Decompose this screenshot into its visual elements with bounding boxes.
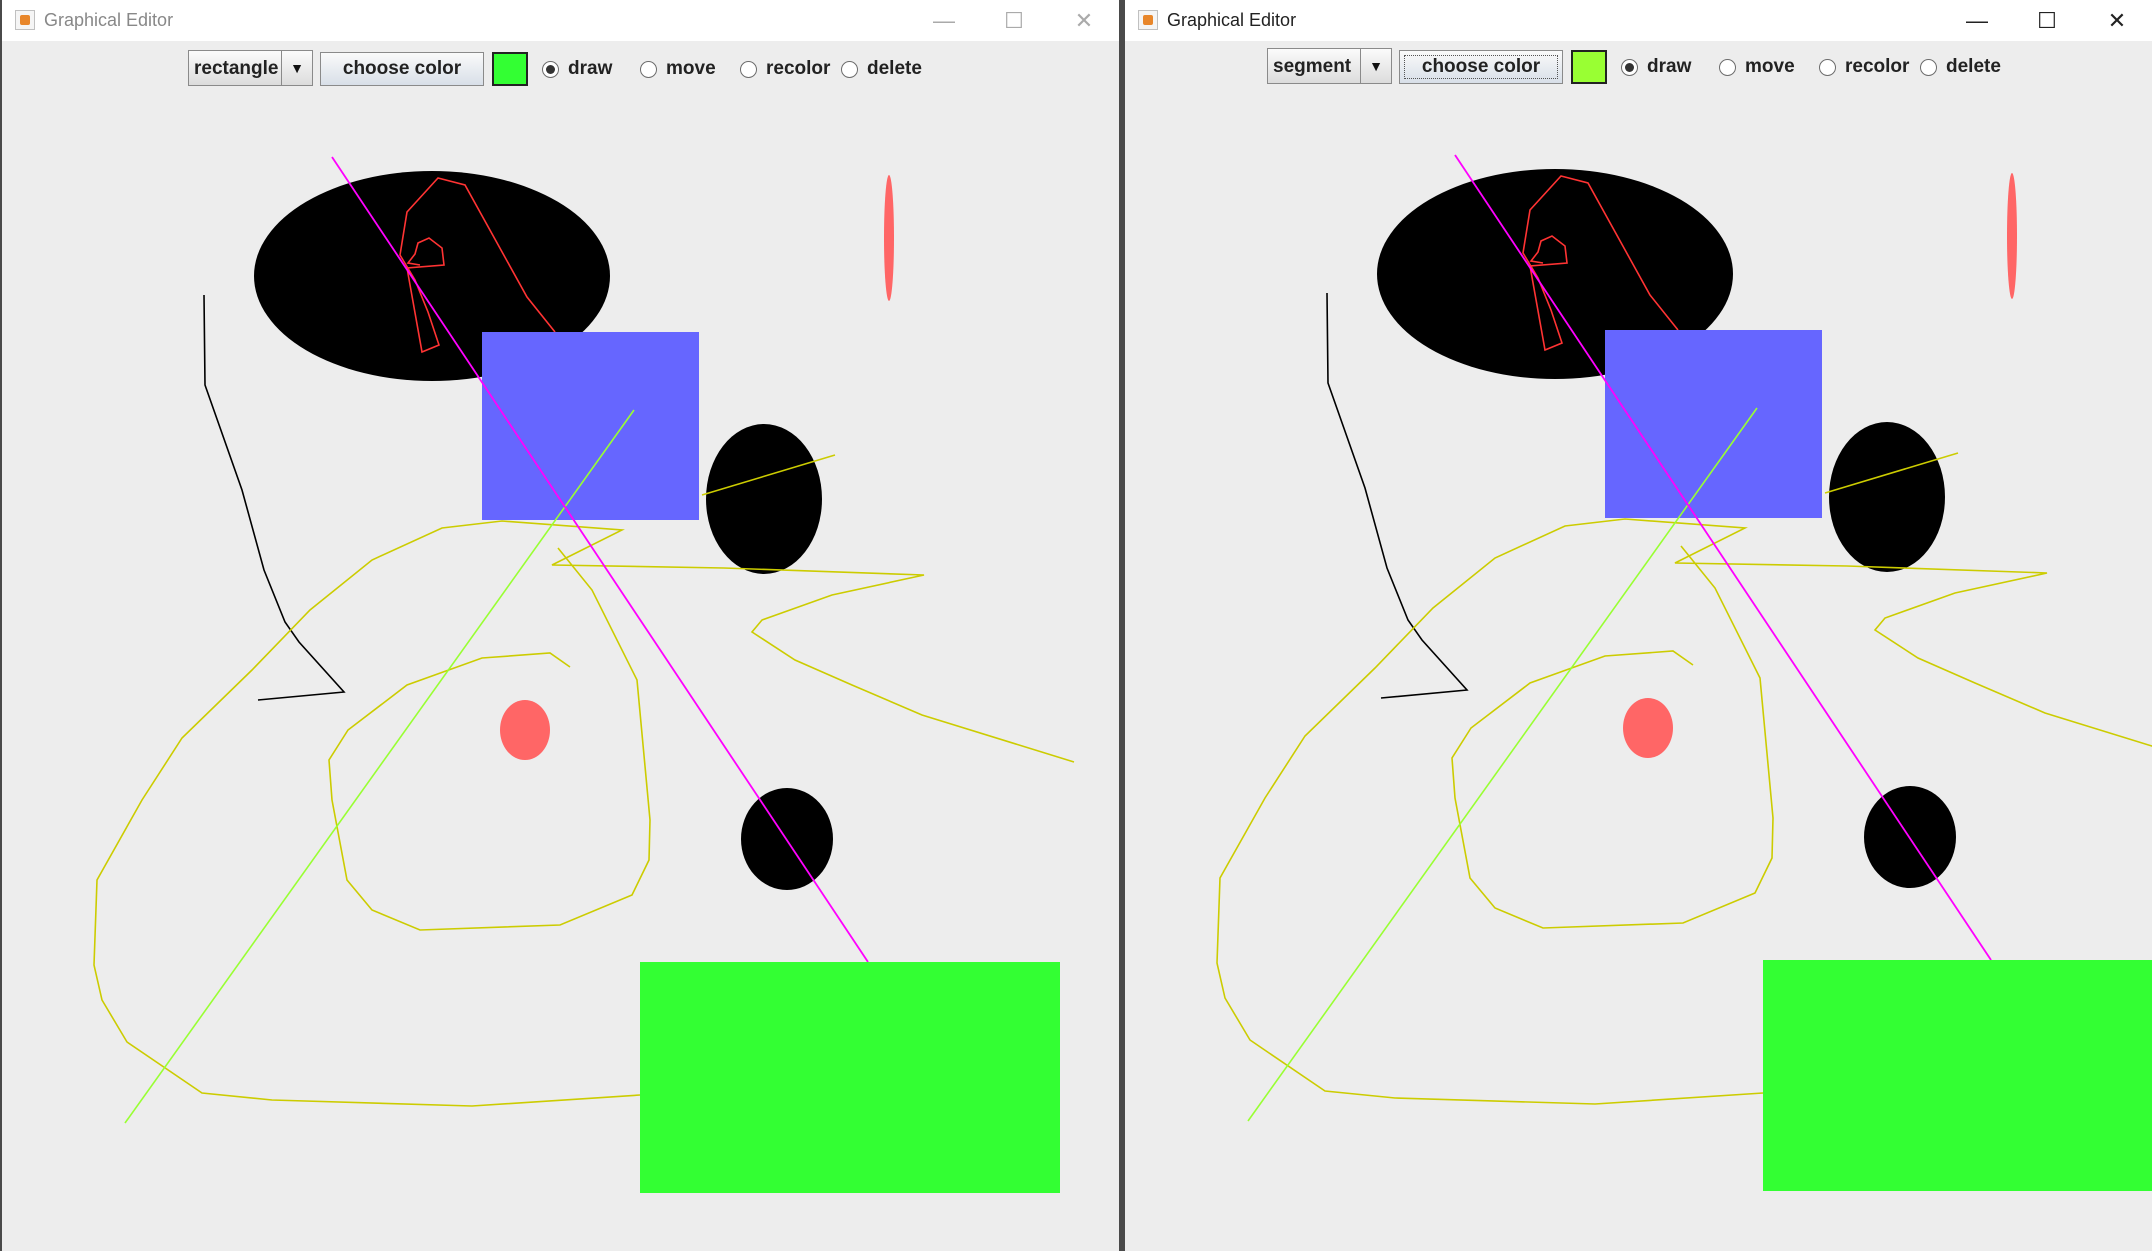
salmon-ellipse-small: [1623, 698, 1673, 758]
lime-segment: [124, 409, 635, 1124]
blue-rectangle: [1605, 330, 1822, 518]
salmon-ellipse-thin: [884, 175, 894, 301]
black-ellipse-medium: [1829, 422, 1945, 572]
green-rectangle: [640, 962, 1060, 1193]
black-ellipse-medium: [706, 424, 822, 574]
drawing-canvas[interactable]: [2, 0, 1119, 1251]
blue-rectangle: [482, 332, 699, 520]
yellow-freehand-inner: [328, 547, 651, 931]
left-editor-window: Graphical Editor — ☐ ✕ rectangle ▼ choos…: [2, 0, 1119, 1251]
drawing-canvas[interactable]: [1125, 0, 2152, 1251]
drawing-layer: [1216, 154, 2152, 1191]
lime-segment: [1247, 407, 1758, 1122]
salmon-ellipse-small: [500, 700, 550, 760]
right-editor-window: Graphical Editor — ☐ ✕ segment ▼ choose …: [1125, 0, 2152, 1251]
salmon-ellipse-thin: [2007, 173, 2017, 299]
green-rectangle: [1763, 960, 2152, 1191]
yellow-freehand-inner: [1451, 545, 1774, 929]
